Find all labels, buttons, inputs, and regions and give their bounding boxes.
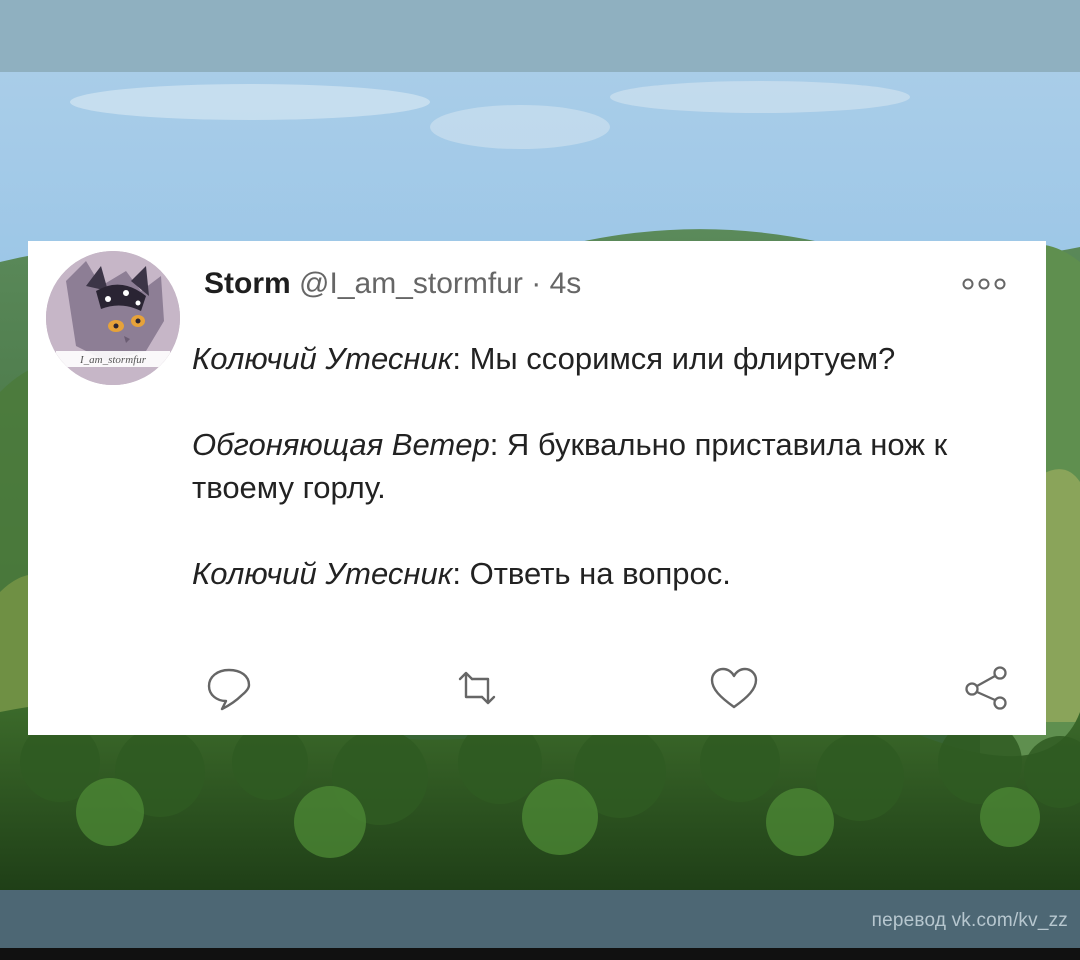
separator-dot: · — [531, 267, 549, 300]
translation-credit: перевод vk.com/kv_zz — [871, 910, 1068, 931]
screenshot-frame: перевод vk.com/kv_zz I_am_stormfur Storm… — [0, 0, 1080, 960]
dialogue-line: Колючий Утесник: Ответь на вопрос. — [192, 552, 1012, 595]
speaker-name: Обгоняющая Ветер — [192, 427, 490, 462]
user-handle[interactable]: @I_am_stormfur — [299, 267, 523, 300]
speaker-colon: : — [452, 556, 461, 591]
top-band — [0, 0, 1080, 72]
speaker-name: Колючий Утесник — [192, 341, 453, 376]
reply-icon[interactable] — [204, 665, 254, 711]
cat-avatar-icon: I_am_stormfur — [46, 251, 180, 385]
display-name[interactable]: Storm — [204, 267, 291, 300]
heart-icon[interactable] — [708, 665, 760, 711]
speaker-colon: : — [452, 341, 461, 376]
dialogue-line: Обгоняющая Ветер: Я буквально приставила… — [192, 423, 1012, 509]
separator-text: · — [531, 267, 542, 300]
handle-text: @I_am_stormfur — [299, 267, 523, 300]
tweet-card[interactable]: I_am_stormfur Storm @I_am_stormfur · 4s … — [28, 241, 1046, 735]
tweet-actions — [28, 665, 1046, 715]
retweet-icon[interactable] — [452, 665, 502, 711]
more-dots-icon[interactable] — [960, 277, 1008, 291]
avatar[interactable]: I_am_stormfur — [46, 251, 180, 385]
svg-text:I_am_stormfur: I_am_stormfur — [79, 354, 147, 366]
tweet-text: Колючий Утесник: Мы ссоримся или флиртуе… — [192, 337, 1012, 595]
timestamp[interactable]: 4s — [550, 267, 582, 300]
bottom-edge — [0, 948, 1080, 960]
tweet-header: Storm @I_am_stormfur · 4s — [204, 267, 581, 301]
speaker-name: Колючий Утесник — [192, 556, 453, 591]
share-icon[interactable] — [962, 665, 1012, 711]
line-text: Мы ссоримся или флиртуем? — [460, 341, 896, 376]
line-text: Ответь на вопрос. — [460, 556, 731, 591]
dialogue-line: Колючий Утесник: Мы ссоримся или флиртуе… — [192, 337, 1012, 380]
